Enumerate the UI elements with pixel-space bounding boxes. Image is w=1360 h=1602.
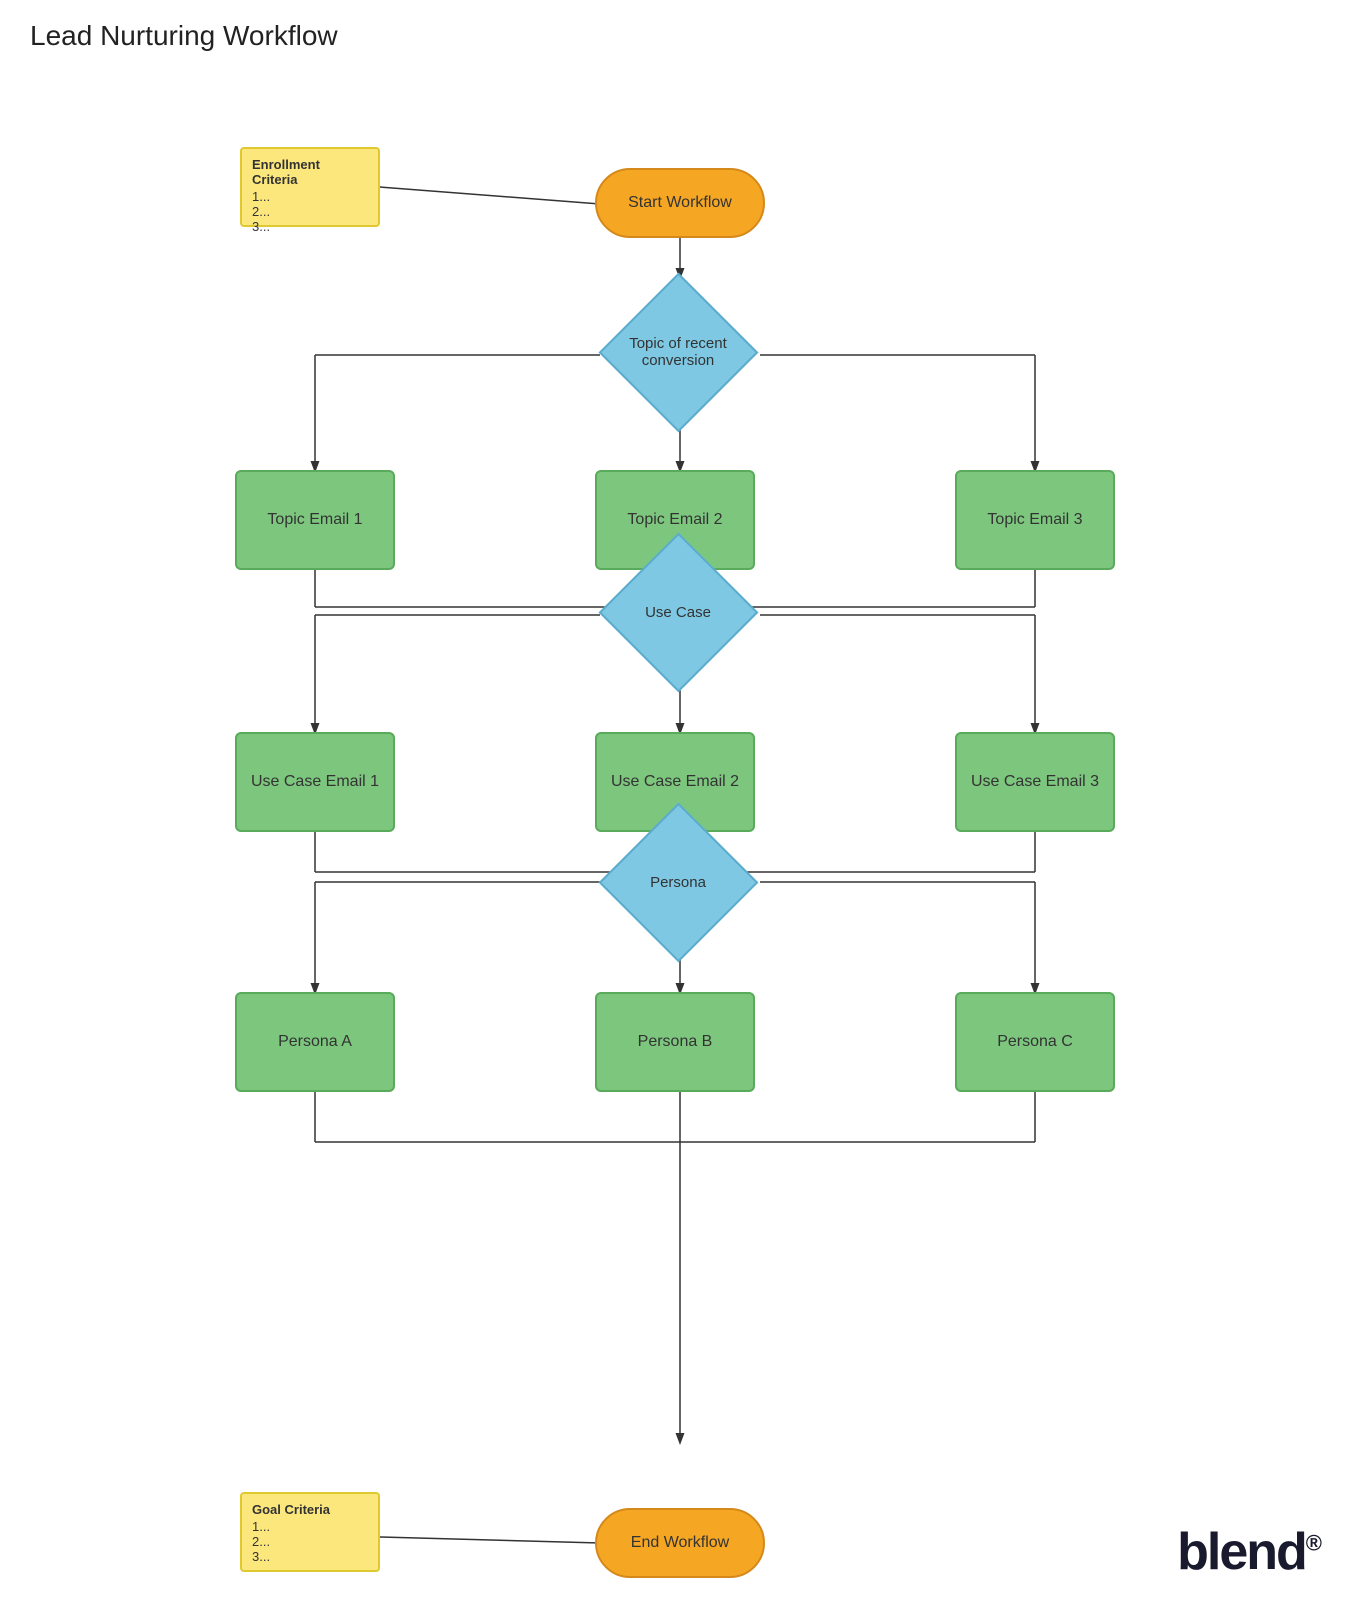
persona-b-node[interactable]: Persona B [595,992,755,1092]
topic-email-3-node[interactable]: Topic Email 3 [955,470,1115,570]
enrollment-note-title: Enrollment Criteria [252,157,368,187]
blend-logo: blend® [1177,1522,1320,1582]
enrollment-criteria-note: Enrollment Criteria 1... 2... 3... [240,147,380,227]
decision-persona-label: Persona [598,802,758,962]
enrollment-note-line3: 3... [252,219,270,234]
persona-c-node[interactable]: Persona C [955,992,1115,1092]
end-workflow-node[interactable]: End Workflow [595,1508,765,1578]
goal-note-line3: 3... [252,1549,270,1564]
decision-usecase-label: Use Case [598,532,758,692]
enrollment-note-line1: 1... [252,189,270,204]
goal-criteria-note: Goal Criteria 1... 2... 3... [240,1492,380,1572]
diagram: Enrollment Criteria 1... 2... 3... Start… [0,62,1360,1602]
page-title: Lead Nurturing Workflow [0,0,1360,62]
decision-topic-node: Topic of recent conversion [598,272,758,432]
decision-topic-label: Topic of recent conversion [598,272,758,432]
goal-note-title: Goal Criteria [252,1502,330,1517]
start-workflow-node[interactable]: Start Workflow [595,168,765,238]
decision-usecase-node: Use Case [598,532,758,692]
goal-note-line2: 2... [252,1534,270,1549]
enrollment-note-line2: 2... [252,204,270,219]
decision-persona-node: Persona [598,802,758,962]
usecase-email-3-node[interactable]: Use Case Email 3 [955,732,1115,832]
persona-a-node[interactable]: Persona A [235,992,395,1092]
goal-note-line1: 1... [252,1519,270,1534]
usecase-email-1-node[interactable]: Use Case Email 1 [235,732,395,832]
topic-email-1-node[interactable]: Topic Email 1 [235,470,395,570]
